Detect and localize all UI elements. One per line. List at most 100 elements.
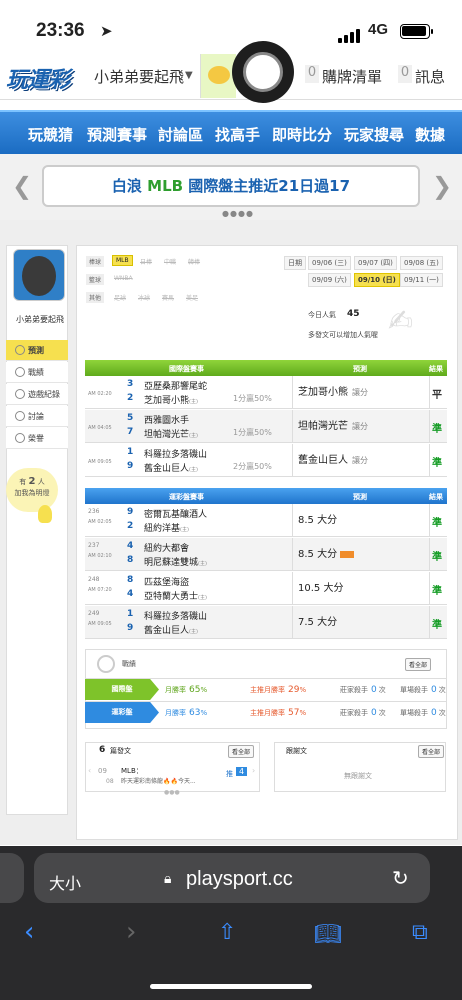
location-icon: ➤ xyxy=(100,22,113,40)
nav-item-experts[interactable]: 找高手 xyxy=(215,124,260,145)
prediction[interactable]: 7.5 大分 xyxy=(292,606,430,639)
table-row[interactable]: 236 AM 02:05 9 密爾瓦基釀酒人 2 紐約洋基(主) 8.5 大分 準 xyxy=(85,504,447,537)
nav-item-predict[interactable]: 預測賽事 xyxy=(87,124,147,145)
sport-filter-npb[interactable]: 日棒 xyxy=(140,257,152,266)
coin-icon[interactable] xyxy=(200,54,236,98)
prediction-type: 讓分 xyxy=(352,388,368,397)
site-logo[interactable]: 玩運彩 xyxy=(6,62,70,94)
promo-banner[interactable]: 白浪 MLB 國際盤主推近21日過17 xyxy=(42,165,420,207)
sport-filter-hockey[interactable]: 冰球 xyxy=(138,293,150,302)
sidebar-item-record[interactable]: 戰績 xyxy=(6,362,68,383)
sport-filter-mlb[interactable]: MLB xyxy=(112,255,133,266)
table-row[interactable]: 249 AM 09:05 1 科羅拉多落磯山 9 舊金山巨人(主) 7.5 大分 準 xyxy=(85,606,447,639)
sport-filter-soccer[interactable]: 足球 xyxy=(114,293,126,302)
away-team: 科羅拉多落磯山 xyxy=(144,450,208,460)
table-row[interactable]: AM 09:05 1 科羅拉多落磯山 9 舊金山巨人(主) 2分贏50% 舊金山巨人 讓分準 xyxy=(85,444,447,477)
battery-icon xyxy=(400,24,433,39)
lightbulb-icon xyxy=(38,505,52,523)
prediction[interactable]: 芝加哥小熊 讓分 xyxy=(292,376,430,409)
text-size-button[interactable]: 大小 xyxy=(49,870,81,894)
chevron-right-icon[interactable]: ❯ xyxy=(432,172,452,200)
fans-badge[interactable]: 有 2 人加我為明燈 xyxy=(6,468,58,512)
date-option[interactable]: 09/08 (五) xyxy=(400,256,443,270)
stats-view-all-button[interactable]: 看全部 xyxy=(405,658,432,671)
carousel-dots: ●●●● xyxy=(222,209,254,218)
date-option[interactable]: 09/09 (六) xyxy=(308,273,351,287)
unit: 次 xyxy=(378,709,386,717)
home-marker: (主) xyxy=(198,561,207,567)
game-log-icon xyxy=(15,389,25,399)
prediction[interactable]: 舊金山巨人 讓分 xyxy=(292,444,430,477)
nav-item-data[interactable]: 數據 xyxy=(415,124,445,145)
prediction[interactable]: 10.5 大分 xyxy=(292,572,430,605)
table-row[interactable]: AM 04:05 5 西雅圖水手 7 坦帕灣光芒(主) 1分贏50% 坦帕灣光芒 讓分準 xyxy=(85,410,447,443)
prediction-pick: 8.5 大分 xyxy=(298,515,338,526)
sport-filter-cpbl[interactable]: 中職 xyxy=(164,257,176,266)
sport-label-basketball: 籃球 xyxy=(86,274,105,285)
lock-icon: 🔒︎ xyxy=(164,871,172,887)
table-row[interactable]: 248 AM 07:20 8 匹茲堡海盜 4 亞特蘭大勇士(主) 10.5 大分 準 xyxy=(85,572,447,605)
date-option[interactable]: 09/07 (四) xyxy=(354,256,397,270)
score: 5 xyxy=(127,413,134,423)
sidebar-username: 小弟弟要起飛 xyxy=(16,315,64,324)
table-row[interactable]: 237 AM 02:10 4 紐約大都會 8 明尼蘇達雙城(主) 8.5 大分 準 xyxy=(85,538,447,571)
reload-icon[interactable]: ↻ xyxy=(392,866,409,890)
avatar[interactable] xyxy=(13,249,65,301)
post-snippet[interactable]: 昨天運彩南條龍🔥🔥今天... xyxy=(121,776,196,785)
dealer-killer: 莊家殺手 0 次 xyxy=(340,708,386,718)
prediction[interactable]: 8.5 大分 xyxy=(292,538,430,571)
sidebar-item-discuss[interactable]: 討論 xyxy=(6,406,68,427)
home-marker: (主) xyxy=(189,399,198,405)
unit: % xyxy=(299,709,307,717)
score: 8 xyxy=(127,555,134,565)
bookmarks-icon[interactable]: 📖︎ xyxy=(314,922,342,947)
chevron-right-icon[interactable]: › xyxy=(252,766,255,775)
stats-row-label: 運彩盤 xyxy=(85,702,159,723)
popularity-note: 多發文可以增加人氣喔 xyxy=(308,331,378,339)
value: 57 xyxy=(288,708,300,718)
sport-filter-football[interactable]: 美足 xyxy=(186,293,198,302)
nav-item-player-search[interactable]: 玩家搜尋 xyxy=(344,124,404,145)
sport-filter-kbo[interactable]: 韓棒 xyxy=(188,257,200,266)
signal-icon xyxy=(338,24,362,43)
game-number: 248 xyxy=(88,576,100,583)
assistive-touch-button[interactable] xyxy=(232,41,294,103)
nav-item-livescore[interactable]: 即時比分 xyxy=(272,124,332,145)
sidebar-item-honor[interactable]: 榮譽 xyxy=(6,428,68,449)
sport-filter-racing[interactable]: 賽馬 xyxy=(162,293,174,302)
table-row[interactable]: AM 02:20 3 亞歷桑那響尾蛇 2 芝加哥小熊(主) 1分贏50% 芝加哥小熊 讓分平 xyxy=(85,376,447,409)
chevron-left-icon[interactable]: ❮ xyxy=(12,172,32,200)
previous-tab-strip[interactable] xyxy=(0,853,24,903)
posts-view-all-button[interactable]: 看全部 xyxy=(228,745,255,758)
prediction[interactable]: 坦帕灣光芒 讓分 xyxy=(292,410,430,443)
sidebar-item-game-log[interactable]: 遊戲紀錄 xyxy=(6,384,68,405)
url-text[interactable]: playsport.cc xyxy=(186,868,293,891)
prediction[interactable]: 8.5 大分 xyxy=(292,504,430,537)
forward-icon[interactable]: › xyxy=(126,917,136,947)
date-option[interactable]: 09/06 (三) xyxy=(308,256,351,270)
post-league[interactable]: MLB： xyxy=(121,766,143,776)
date-option-selected[interactable]: 09/10 (日) xyxy=(354,273,400,287)
nav-item-forum[interactable]: 討論區 xyxy=(158,124,203,145)
match-time: AM 02:05 xyxy=(88,519,112,525)
tabs-icon[interactable]: ⧉ xyxy=(412,920,428,945)
score: 2 xyxy=(127,393,134,403)
messages-link[interactable]: 訊息 xyxy=(415,66,445,87)
sidebar-item-predict[interactable]: 預測 xyxy=(6,340,68,361)
home-team: 芝加哥小熊(主) xyxy=(144,393,198,406)
user-menu[interactable]: 小弟弟要起飛 xyxy=(94,66,184,87)
home-team: 舊金山巨人(主) xyxy=(144,461,198,474)
date-option[interactable]: 09/11 (一) xyxy=(400,273,443,287)
share-icon[interactable]: ⇧ xyxy=(218,920,236,945)
replies-view-all-button[interactable]: 看全部 xyxy=(418,745,445,758)
back-icon[interactable]: ‹ xyxy=(24,917,34,947)
team-name: 紐約洋基 xyxy=(144,524,181,534)
sport-filter-wnba[interactable]: WNBA xyxy=(114,275,133,282)
sidebar-item-label: 遊戲紀錄 xyxy=(28,390,60,399)
chevron-down-icon[interactable]: ▼ xyxy=(185,70,193,81)
stats-row: 國際盤 月勝率 65% 主推月勝率 29% 莊家殺手 0 次單場殺手 0 次 xyxy=(85,678,447,700)
chevron-left-icon[interactable]: ‹ xyxy=(88,766,91,775)
cart-link[interactable]: 購牌清單 xyxy=(322,66,382,87)
unit: % xyxy=(200,686,208,694)
nav-item-guess[interactable]: 玩競猜 xyxy=(28,124,73,145)
